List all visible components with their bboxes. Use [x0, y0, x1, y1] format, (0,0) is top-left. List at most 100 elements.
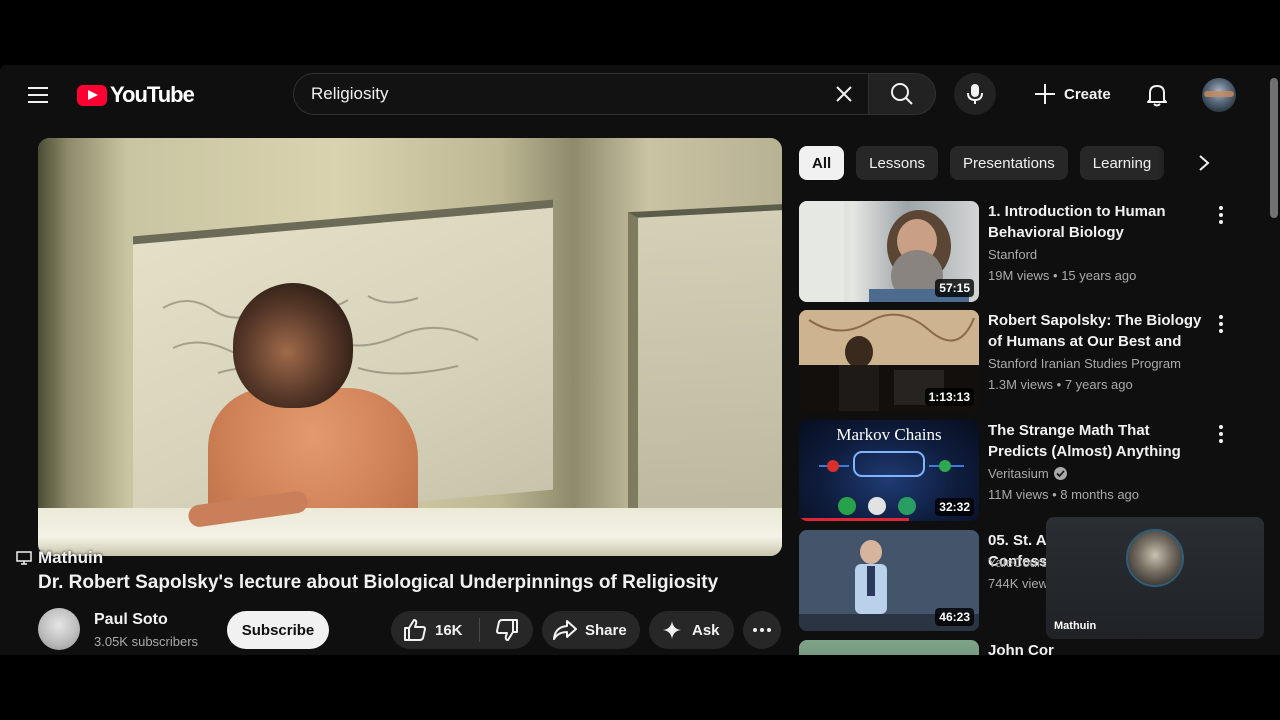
view-count: 744K views [988, 576, 1055, 591]
chip-learning[interactable]: Learning [1079, 146, 1165, 180]
recommendation-meta: 19M views • 15 years ago [988, 268, 1137, 283]
recommendation-title[interactable]: The Strange Math That Predicts (Almost) … [988, 420, 1210, 462]
hamburger-icon [28, 87, 48, 103]
chip-all[interactable]: All [799, 146, 845, 180]
scrollbar-thumb[interactable] [1270, 78, 1278, 218]
close-icon [836, 86, 852, 102]
channel-label: Stanford [988, 247, 1038, 262]
microphone-icon [967, 84, 983, 104]
bell-icon [1147, 85, 1167, 107]
like-dislike-group: 16K [391, 611, 533, 649]
recommendation-channel[interactable]: Veritasium [988, 466, 1067, 481]
presenter-overlay: Mathuin [16, 548, 103, 568]
recommendation-title[interactable]: John Cor [988, 640, 1210, 655]
video-duration: 1:13:13 [924, 388, 974, 406]
monitor-icon [16, 551, 32, 565]
view-count: 11M views [988, 487, 1049, 502]
upload-age: 7 years ago [1064, 377, 1133, 392]
video-duration: 57:15 [935, 279, 974, 297]
video-frame-person-head [233, 283, 353, 408]
thumbs-down-icon [495, 619, 518, 641]
presenter-name: Mathuin [38, 548, 104, 567]
video-duration: 32:32 [935, 498, 974, 516]
dislike-button[interactable] [480, 611, 533, 649]
window-top-bar [0, 0, 1280, 65]
participant-avatar [1126, 529, 1184, 587]
participant-name: Mathuin [1054, 620, 1097, 632]
recommendation-menu-button[interactable] [1209, 422, 1233, 446]
share-icon [553, 620, 577, 640]
verified-icon [1053, 467, 1067, 480]
upload-age: 15 years ago [1061, 268, 1137, 283]
youtube-play-icon [77, 84, 107, 106]
view-count: 1.3M views [988, 377, 1054, 392]
search-button[interactable] [868, 73, 936, 115]
more-actions-button[interactable] [743, 611, 781, 649]
account-avatar[interactable] [1202, 78, 1236, 112]
notifications-button[interactable] [1137, 75, 1177, 115]
channel-label: Veritasium [988, 466, 1049, 481]
video-thumbnail[interactable] [799, 640, 979, 655]
recommendation-channel[interactable]: Stanford Iranian Studies Program [988, 356, 1181, 371]
recommendation-title[interactable]: 1. Introduction to Human Behavioral Biol… [988, 201, 1210, 243]
upload-age: 8 months ago [1060, 487, 1140, 502]
recommendation-channel[interactable]: Stanford [988, 247, 1037, 262]
plus-icon [1035, 84, 1055, 104]
recommendation-meta: 11M views • 8 months ago [988, 487, 1140, 502]
video-duration: 46:23 [935, 608, 974, 626]
view-count: 19M views [988, 268, 1050, 283]
channel-label: Stanford Iranian Studies Program [988, 356, 1181, 371]
chevron-right-icon [1199, 155, 1210, 171]
create-button[interactable]: Create [1024, 73, 1124, 115]
recommendation-menu-button[interactable] [1209, 312, 1233, 336]
search-input[interactable] [294, 74, 826, 114]
chip-lessons[interactable]: Lessons [856, 146, 939, 180]
thumbs-up-icon [404, 619, 426, 641]
webcam-tile[interactable]: Mathuin [1046, 517, 1264, 639]
clear-search-button[interactable] [826, 76, 862, 112]
share-button[interactable]: Share [542, 611, 640, 649]
recommendation-menu-button[interactable] [1209, 203, 1233, 227]
video-title: Dr. Robert Sapolsky's lecture about Biol… [38, 572, 719, 593]
create-label: Create [1064, 85, 1111, 103]
channel-avatar[interactable] [38, 608, 80, 650]
like-count: 16K [435, 621, 463, 639]
voice-search-button[interactable] [954, 73, 996, 115]
subscriber-count: 3.05K subscribers [94, 634, 199, 649]
video-thumbnail[interactable]: Markov Chains 32:32 [799, 420, 979, 521]
masthead: YouTube Create [0, 65, 1280, 125]
more-horizontal-icon [753, 628, 771, 632]
ask-button[interactable]: Ask [649, 611, 734, 649]
video-player[interactable] [38, 138, 782, 556]
channel-name[interactable]: Paul Soto [94, 611, 168, 629]
recommendation-title[interactable]: Robert Sapolsky: The Biology of Humans a… [988, 310, 1210, 352]
recommendation-item[interactable]: 57:15 1. Introduction to Human Behaviora… [799, 201, 1239, 303]
video-frame-desk [38, 508, 782, 556]
filter-chips: All Lessons Presentations Learning [799, 146, 1165, 180]
recommendation-item[interactable]: Markov Chains 32:32 The Strange Math Tha… [799, 420, 1239, 522]
recommendation-item[interactable]: John Cor [799, 640, 1239, 655]
ask-label: Ask [692, 621, 720, 639]
search-icon [891, 83, 913, 105]
more-vertical-icon [1219, 206, 1223, 224]
video-frame-board-right [628, 203, 782, 533]
youtube-logo[interactable]: YouTube [77, 82, 195, 108]
chip-presentations[interactable]: Presentations [950, 146, 1068, 180]
chips-next-button[interactable] [1186, 146, 1222, 180]
search-box [293, 73, 868, 115]
recommendation-item[interactable]: 1:13:13 Robert Sapolsky: The Biology of … [799, 310, 1239, 412]
video-thumbnail[interactable]: 57:15 [799, 201, 979, 302]
sparkle-icon [663, 621, 681, 639]
recommendation-meta: 1.3M views • 7 years ago [988, 377, 1133, 392]
thumbnail-text: Markov Chains [836, 425, 941, 444]
like-button[interactable]: 16K [391, 611, 479, 649]
menu-button[interactable] [22, 78, 56, 112]
more-vertical-icon [1219, 425, 1223, 443]
video-thumbnail[interactable]: 46:23 [799, 530, 979, 631]
subscribe-button[interactable]: Subscribe [227, 611, 329, 649]
more-vertical-icon [1219, 315, 1223, 333]
video-thumbnail[interactable]: 1:13:13 [799, 310, 979, 411]
recommendation-meta: 744K views [988, 576, 1054, 591]
logo-text: YouTube [110, 82, 195, 107]
share-label: Share [585, 621, 627, 639]
